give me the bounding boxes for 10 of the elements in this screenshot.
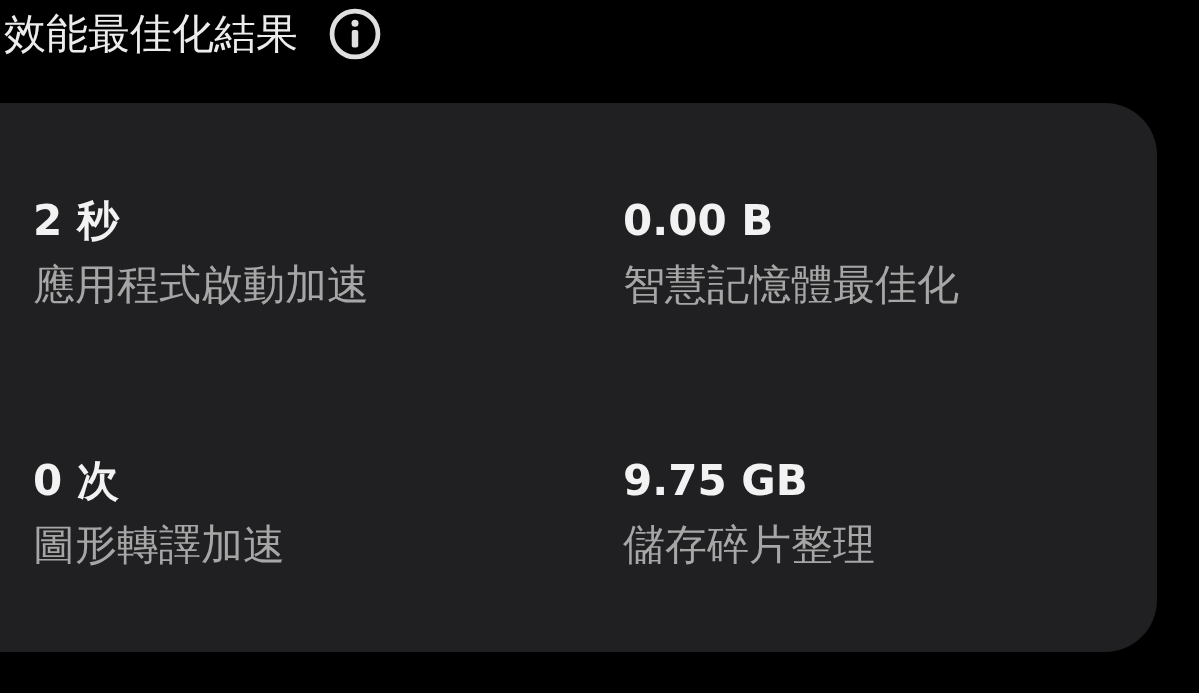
stat-label: 儲存碎片整理 — [623, 519, 875, 571]
info-icon[interactable] — [328, 7, 382, 61]
stat-value: 0 次 — [33, 455, 119, 507]
stat-label: 圖形轉譯加速 — [33, 519, 285, 571]
stat-value: 0.00 B — [623, 195, 774, 247]
stat-label: 智慧記憶體最佳化 — [623, 259, 959, 311]
stat-label: 應用程式啟動加速 — [33, 259, 369, 311]
section-title: 效能最佳化結果 — [4, 8, 298, 60]
stat-value: 9.75 GB — [623, 455, 808, 507]
stat-value: 2 秒 — [33, 195, 119, 247]
